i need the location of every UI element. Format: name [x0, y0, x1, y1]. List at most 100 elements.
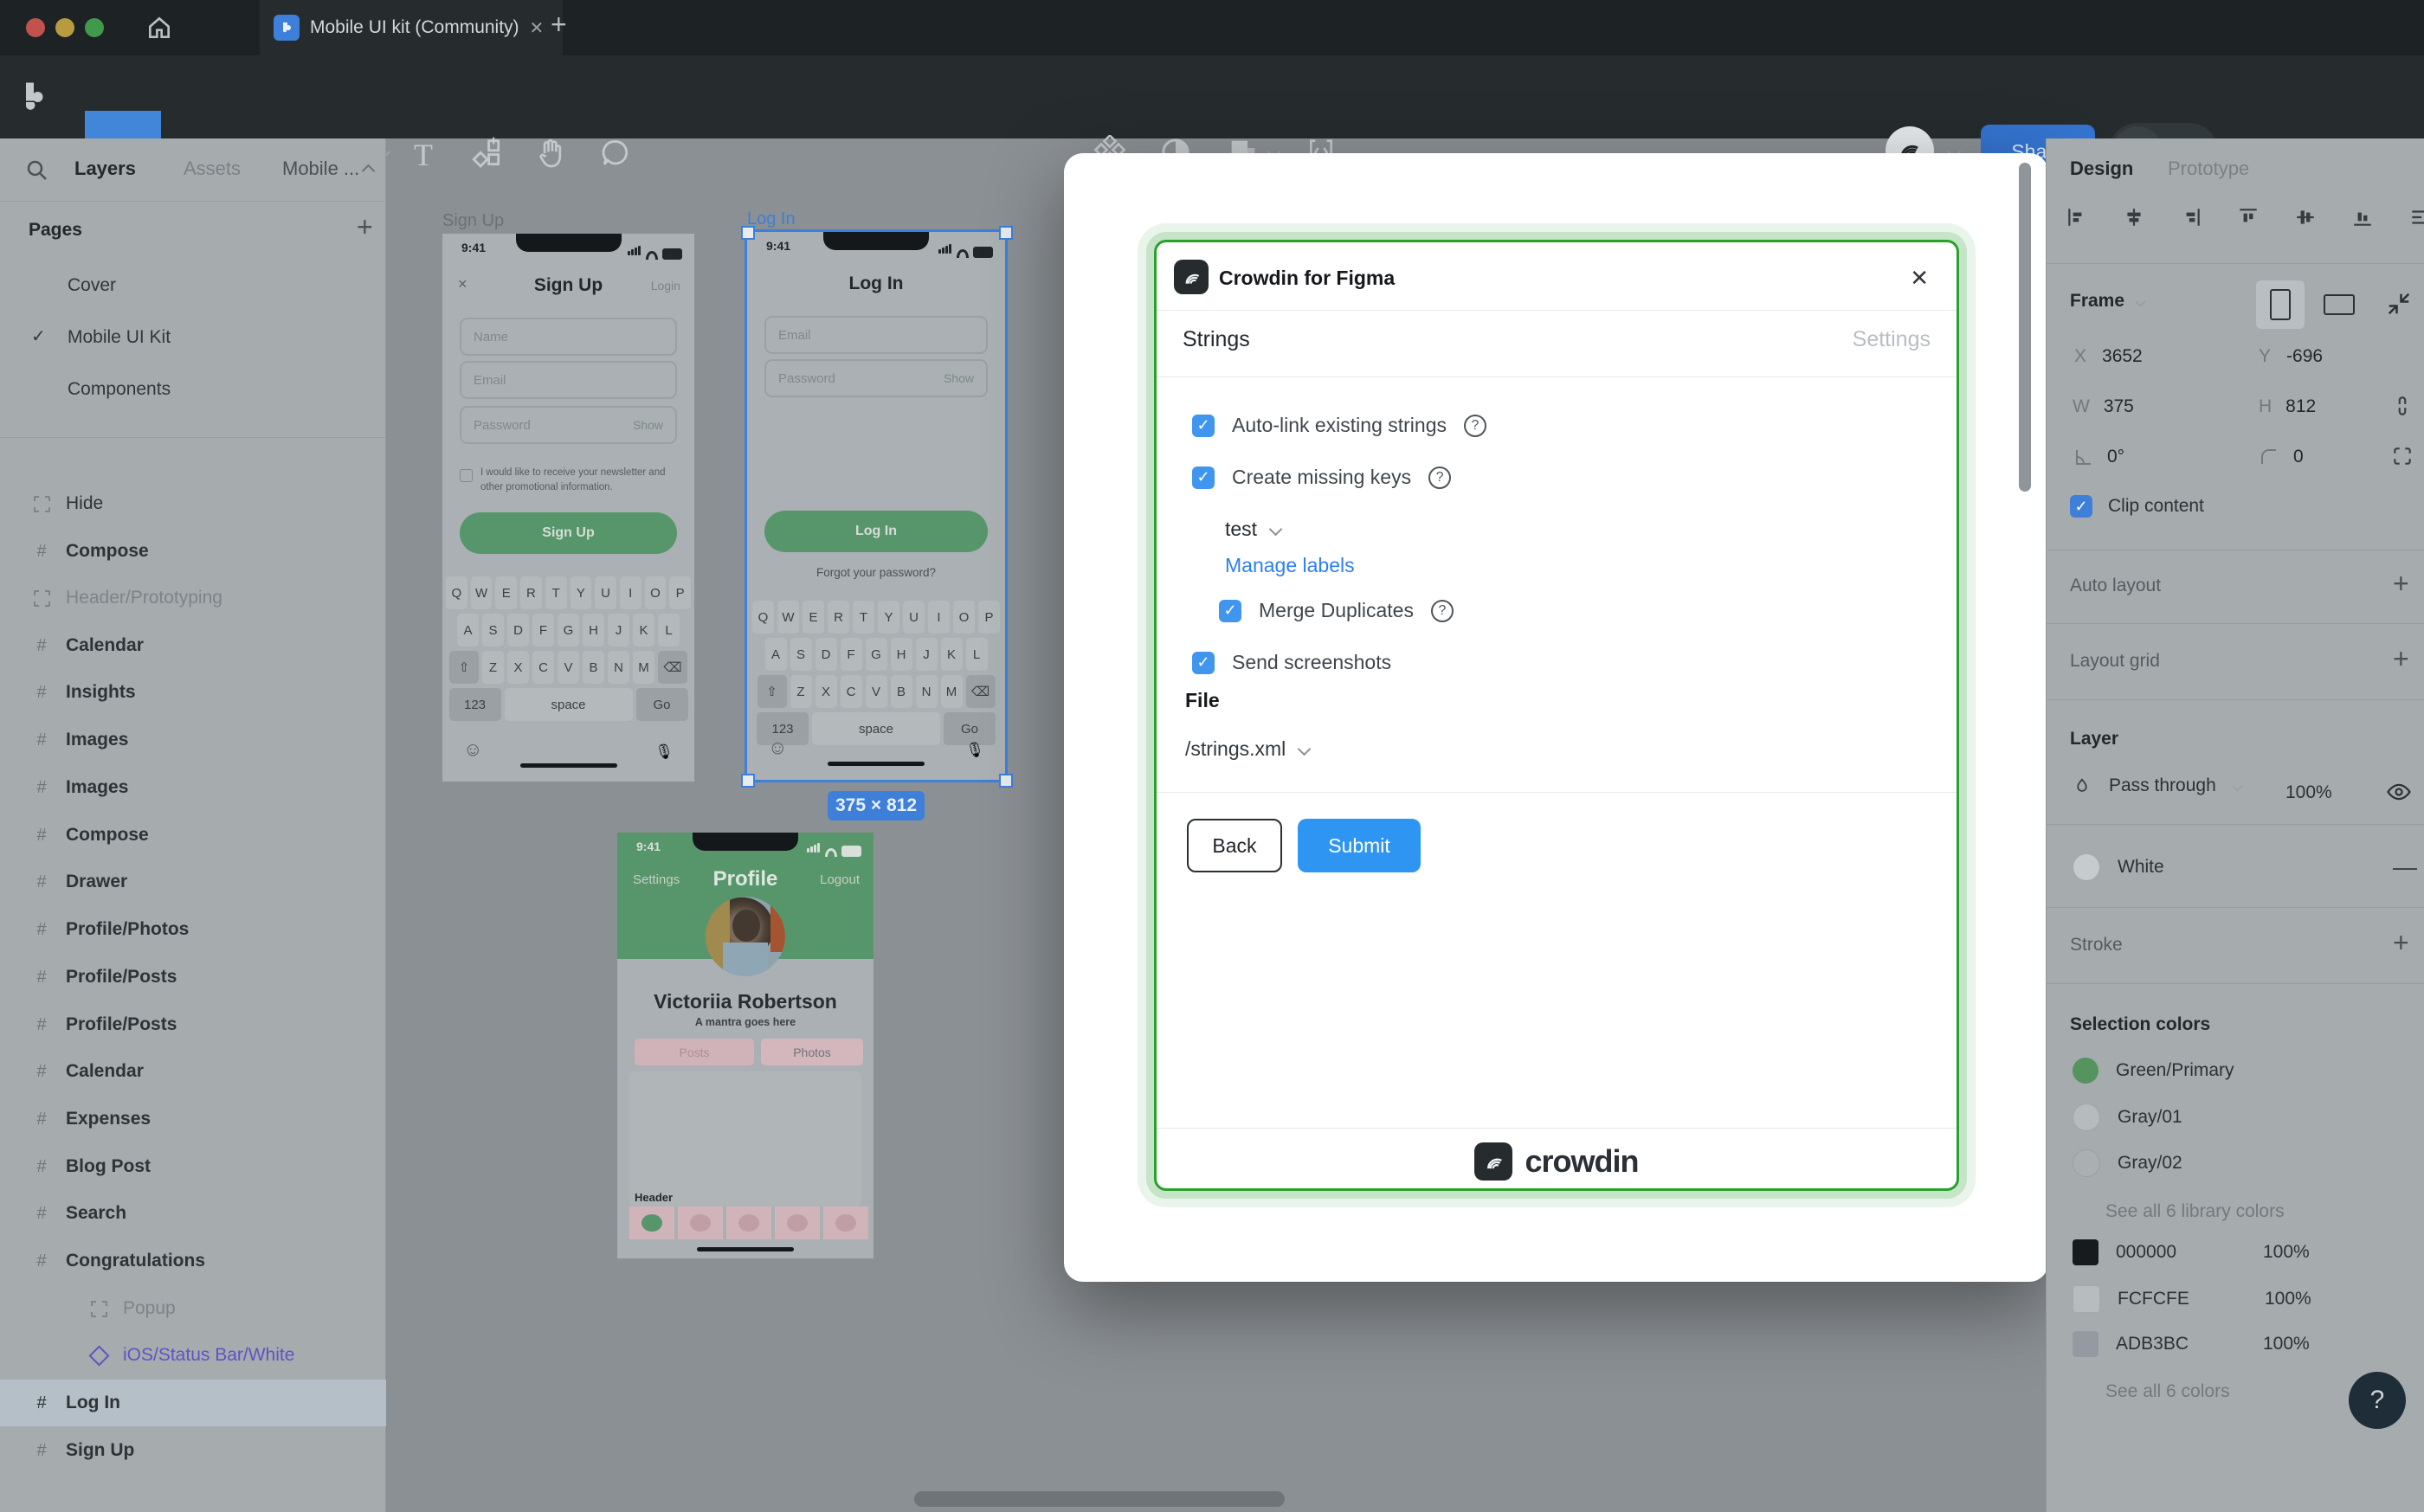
layer-row-profile-photos[interactable]: # Profile/Photos: [0, 906, 386, 953]
layer-row-calendar-2[interactable]: # Calendar: [0, 1048, 386, 1095]
layer-row-sign-up[interactable]: # Sign Up: [0, 1427, 386, 1474]
align-horizontal-center-icon[interactable]: [2123, 206, 2145, 228]
help-button[interactable]: ?: [2349, 1372, 2406, 1429]
help-icon[interactable]: ?: [1464, 414, 1486, 437]
width-field[interactable]: W 375: [2073, 396, 2134, 417]
see-all-library-colors-link[interactable]: See all 6 library colors: [2105, 1201, 2285, 1222]
dialog-close-icon[interactable]: ✕: [1910, 265, 1929, 292]
layer-row-compose[interactable]: # Compose: [0, 528, 386, 575]
clip-content-checkbox[interactable]: ✓: [2070, 495, 2092, 518]
clip-content-row[interactable]: ✓ Clip content: [2070, 495, 2204, 518]
home-icon[interactable]: [145, 14, 173, 42]
selection-handle[interactable]: [999, 774, 1013, 788]
layer-row-search[interactable]: # Search: [0, 1190, 386, 1237]
add-layout-grid-button[interactable]: +: [2393, 643, 2409, 675]
tab-design[interactable]: Design: [2070, 158, 2133, 180]
sign-up-frame[interactable]: 9:41 × Sign Up Login Name Email Password…: [442, 234, 694, 782]
canvas-horizontal-scrollbar[interactable]: [914, 1491, 1285, 1507]
independent-corners-icon[interactable]: [2391, 445, 2414, 472]
see-all-colors-link[interactable]: See all 6 colors: [2105, 1381, 2230, 1402]
layer-row-popup[interactable]: Popup: [0, 1285, 386, 1332]
hex-color-fcfcfe[interactable]: FCFCFE 100%: [2073, 1285, 2311, 1313]
orientation-landscape-button[interactable]: [2315, 280, 2363, 329]
y-position-field[interactable]: Y -696: [2259, 346, 2323, 367]
align-top-icon[interactable]: [2237, 206, 2260, 228]
orientation-portrait-button[interactable]: [2256, 280, 2305, 329]
log-in-frame-selected[interactable]: 9:41 Log In Email Password Show Log In Fo…: [745, 229, 1008, 782]
tab-assets[interactable]: Assets: [184, 158, 241, 180]
document-tab[interactable]: Mobile UI kit (Community) ✕: [260, 0, 563, 55]
corner-radius-field[interactable]: 0: [2259, 447, 2304, 467]
layer-row-expenses[interactable]: # Expenses: [0, 1096, 386, 1142]
close-tab-icon[interactable]: ✕: [530, 17, 545, 39]
collapse-pages-chevron-icon[interactable]: [361, 164, 376, 178]
plugin-scrollbar[interactable]: [2019, 163, 2031, 492]
layer-row-calendar[interactable]: # Calendar: [0, 622, 386, 669]
library-color-green-primary[interactable]: Green/Primary: [2073, 1058, 2234, 1084]
send-screenshots-row[interactable]: ✓ Send screenshots: [1192, 651, 1391, 674]
layer-row-ios-status-bar[interactable]: iOS/Status Bar/White: [0, 1332, 386, 1379]
align-bottom-icon[interactable]: [2351, 206, 2374, 228]
layer-row-congratulations[interactable]: # Congratulations: [0, 1238, 386, 1284]
layer-row-profile-posts[interactable]: # Profile/Posts: [0, 954, 386, 1000]
tab-prototype[interactable]: Prototype: [2168, 158, 2249, 180]
help-icon[interactable]: ?: [1428, 466, 1452, 489]
align-left-icon[interactable]: [2066, 206, 2088, 228]
checkbox-checked[interactable]: ✓: [1192, 651, 1215, 674]
layer-visibility-eye-icon[interactable]: [2386, 779, 2412, 809]
macos-minimize-button[interactable]: [55, 18, 74, 37]
fill-swatch-white[interactable]: [2073, 853, 2100, 881]
add-page-button[interactable]: +: [357, 211, 373, 243]
page-item-mobile-ui-kit[interactable]: Mobile UI Kit: [68, 327, 171, 348]
help-icon[interactable]: ?: [1430, 599, 1454, 622]
layer-row-images[interactable]: # Images: [0, 717, 386, 763]
layer-row-log-in-selected[interactable]: # Log In: [0, 1380, 386, 1426]
layer-row-compose-2[interactable]: # Compose: [0, 812, 386, 859]
layer-opacity[interactable]: 100%: [2285, 782, 2332, 803]
merge-duplicates-row[interactable]: ✓ Merge Duplicates ?: [1219, 599, 1454, 622]
rotation-field[interactable]: 0°: [2073, 447, 2124, 467]
add-auto-layout-button[interactable]: +: [2393, 568, 2409, 600]
constrain-proportions-icon[interactable]: [2391, 395, 2414, 421]
layer-row-hide[interactable]: Hide: [0, 480, 386, 527]
distribute-menu[interactable]: [2408, 206, 2424, 228]
checkbox-checked[interactable]: ✓: [1192, 466, 1215, 489]
layer-row-profile-posts-2[interactable]: # Profile/Posts: [0, 1001, 386, 1048]
macos-close-button[interactable]: [26, 18, 45, 37]
hex-color-adb3bc[interactable]: ADB3BC 100%: [2073, 1331, 2310, 1357]
library-color-gray-02[interactable]: Gray/02: [2073, 1149, 2182, 1177]
selection-handle[interactable]: [999, 226, 1013, 240]
submit-button[interactable]: Submit: [1298, 819, 1421, 872]
page-item-components[interactable]: Components: [68, 379, 171, 400]
label-dropdown[interactable]: test: [1225, 518, 1283, 541]
macos-zoom-button[interactable]: [85, 18, 104, 37]
frame-type-dropdown[interactable]: Frame: [2070, 291, 2146, 312]
remove-fill-button[interactable]: —: [2393, 853, 2417, 881]
tab-current-page[interactable]: Mobile ...: [282, 158, 359, 180]
checkbox-checked[interactable]: ✓: [1192, 414, 1215, 437]
checkbox-checked[interactable]: ✓: [1219, 599, 1241, 622]
file-dropdown[interactable]: /strings.xml: [1185, 737, 1312, 761]
add-stroke-button[interactable]: +: [2393, 927, 2409, 959]
figma-main-menu[interactable]: [23, 81, 45, 113]
x-position-field[interactable]: X 3652: [2074, 346, 2143, 367]
manage-labels-link[interactable]: Manage labels: [1225, 554, 1355, 577]
layer-row-header-prototyping[interactable]: Header/Prototyping: [0, 575, 386, 621]
layer-row-blog-post[interactable]: # Blog Post: [0, 1143, 386, 1190]
back-button[interactable]: Back: [1187, 819, 1282, 872]
auto-link-row[interactable]: ✓ Auto-link existing strings ?: [1192, 414, 1486, 437]
tab-strings[interactable]: Strings: [1183, 327, 1250, 352]
selection-handle[interactable]: [741, 226, 755, 240]
search-icon[interactable]: [24, 158, 50, 188]
align-vertical-center-icon[interactable]: [2294, 206, 2317, 228]
library-color-gray-01[interactable]: Gray/01: [2073, 1103, 2182, 1131]
create-keys-row[interactable]: ✓ Create missing keys ?: [1192, 466, 1452, 489]
tab-settings[interactable]: Settings: [1853, 327, 1931, 352]
layer-row-images-2[interactable]: # Images: [0, 764, 386, 811]
fill-color-row[interactable]: White: [2073, 853, 2164, 881]
height-field[interactable]: H 812: [2259, 396, 2316, 417]
layer-row-insights[interactable]: # Insights: [0, 669, 386, 716]
resize-to-fit-icon[interactable]: [2386, 291, 2412, 321]
blend-mode-dropdown[interactable]: Pass through: [2073, 775, 2243, 796]
hex-color-000000[interactable]: 000000 100%: [2073, 1239, 2310, 1265]
